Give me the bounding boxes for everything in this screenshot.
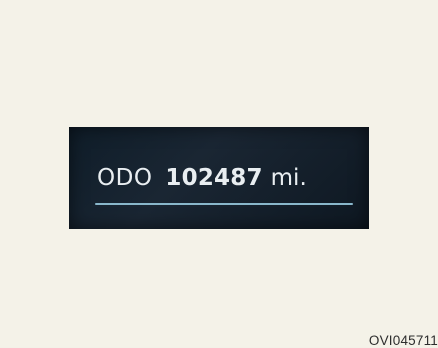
odometer-value: 102487 <box>165 165 263 191</box>
image-code: OVI045711 <box>368 332 438 348</box>
odometer-readout: ODO 102487 mi. <box>97 165 307 191</box>
odometer-unit: mi. <box>270 165 307 191</box>
odometer-display: ODO 102487 mi. <box>69 127 369 229</box>
odometer-underline <box>95 203 353 205</box>
odometer-label: ODO <box>97 165 153 191</box>
